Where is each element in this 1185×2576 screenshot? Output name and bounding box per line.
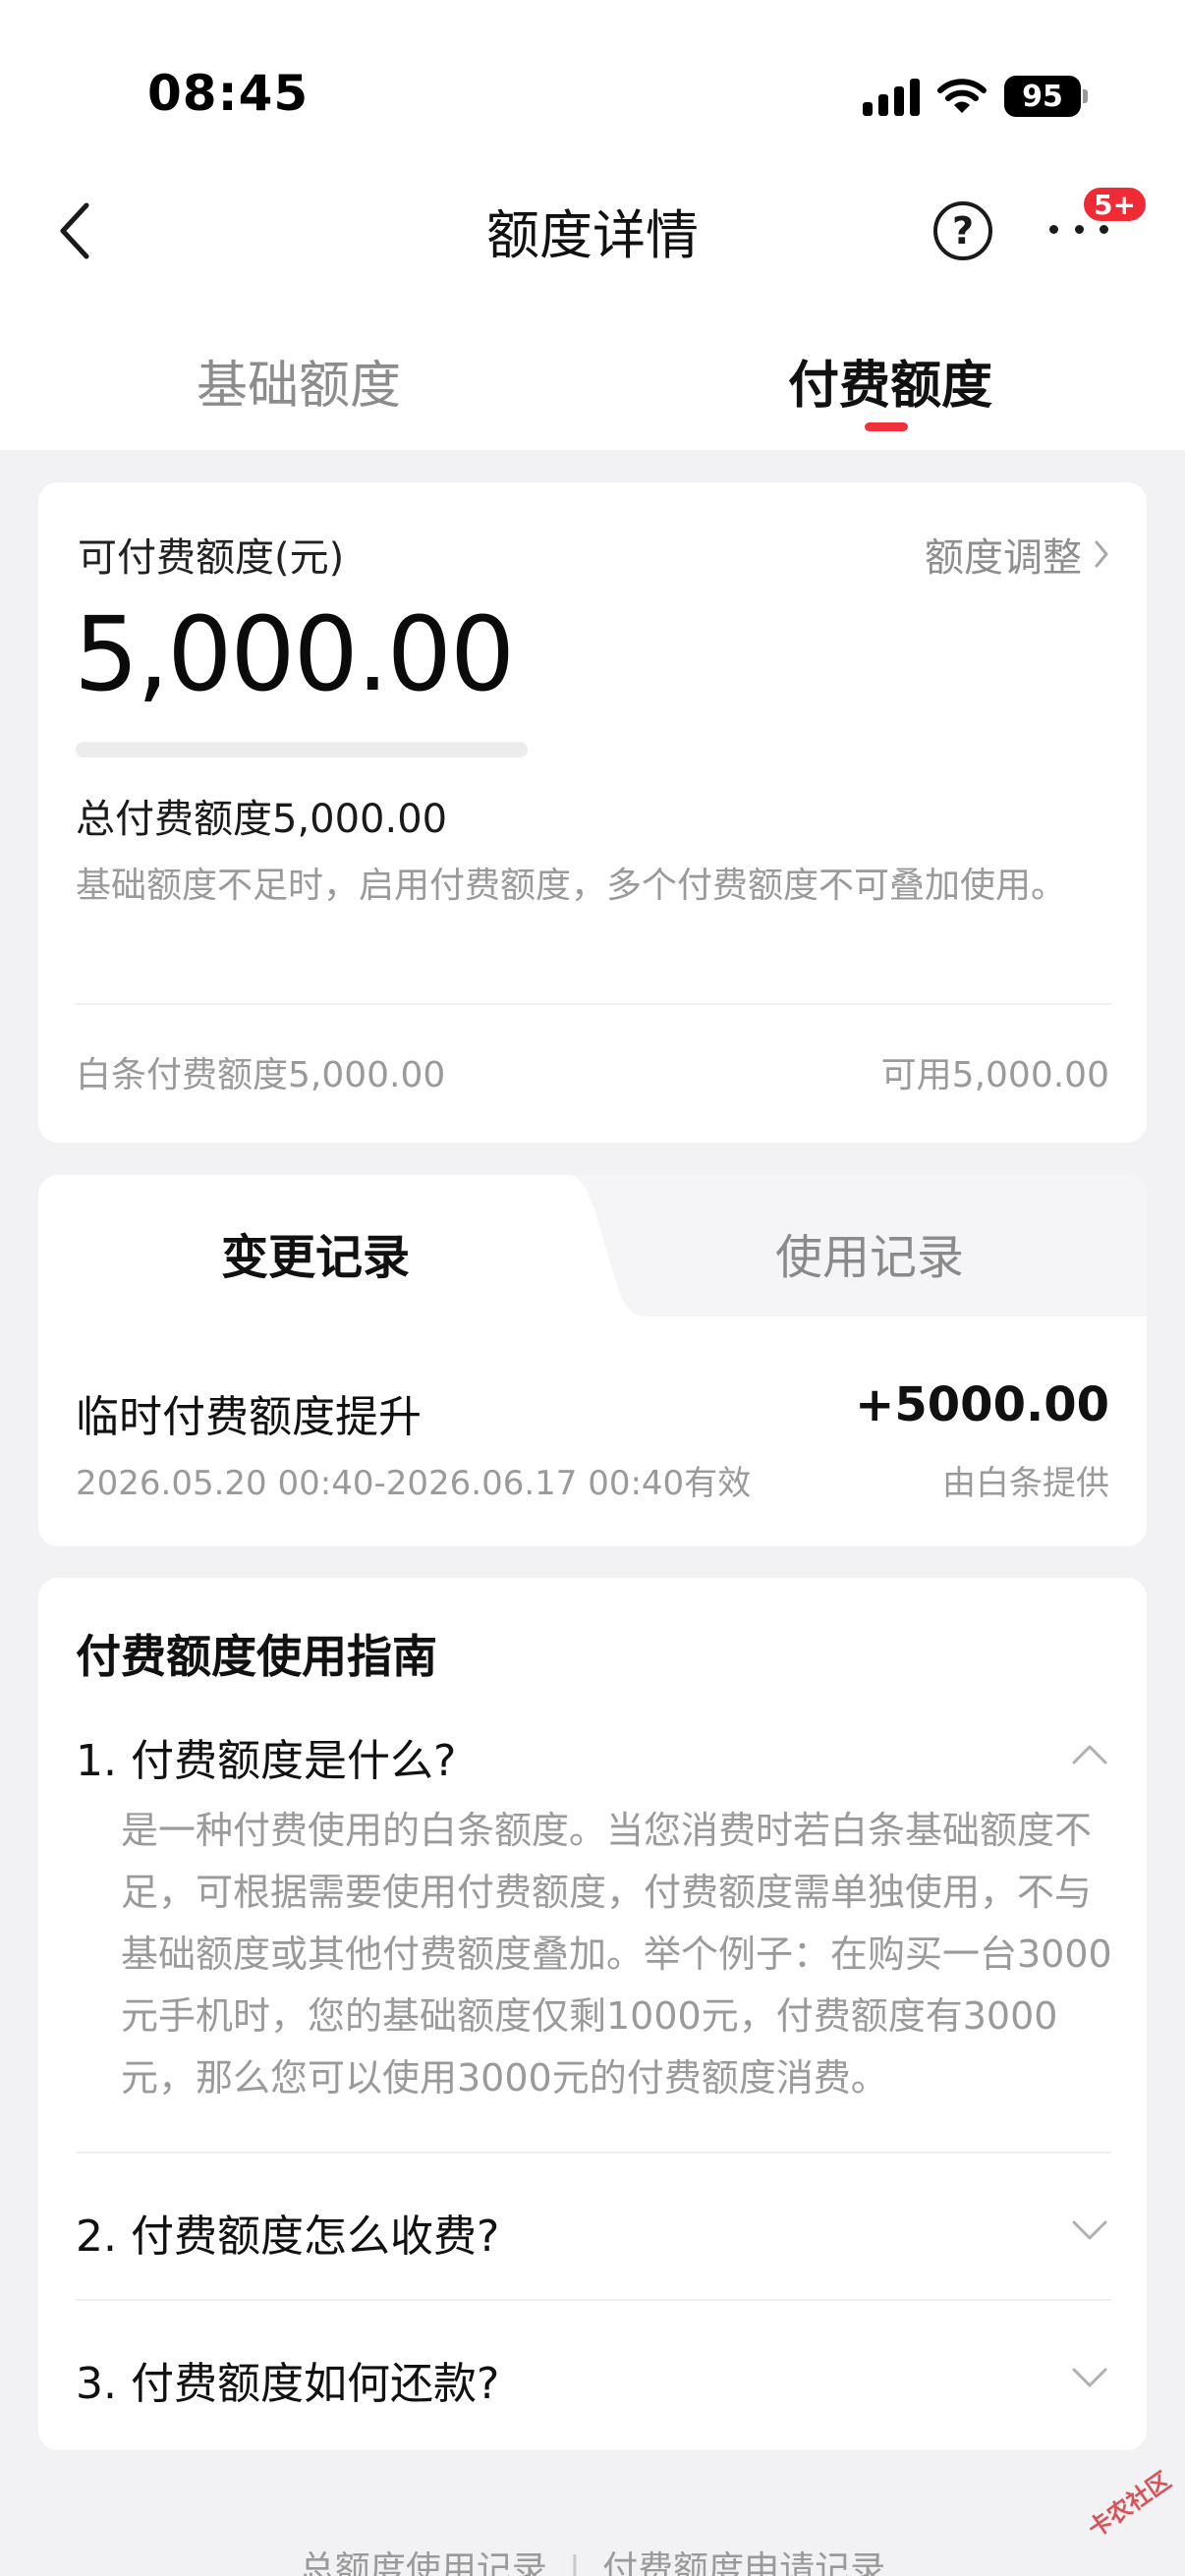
- more-dot-icon: [1100, 224, 1108, 234]
- records-card: 变更记录 使用记录 临时付费额度提升 +5000.00 2026.05.20 0…: [38, 1175, 1147, 1546]
- chevron-right-icon: [1095, 540, 1108, 568]
- paid-quota-application-link[interactable]: 付费额度申请记录: [602, 2549, 885, 2576]
- paid-quota-summary-card: 可付费额度(元) 额度调整 5,000.00 总付费额度5,000.00 基础额…: [38, 482, 1147, 1143]
- signal-icon: [863, 77, 920, 116]
- quota-usage-bar: [76, 742, 528, 757]
- faq-question-1[interactable]: 1. 付费额度是什么?: [76, 1725, 456, 1788]
- total-paid-quota: 总付费额度5,000.00: [76, 797, 448, 842]
- total-quota-usage-link[interactable]: 总额度使用记录: [300, 2549, 547, 2576]
- status-icons: 95: [863, 69, 1088, 124]
- help-button[interactable]: ?: [933, 201, 992, 260]
- divider: [76, 1003, 1111, 1005]
- record-title: 临时付费额度提升: [76, 1392, 422, 1442]
- chevron-up-icon[interactable]: [1070, 1735, 1109, 1774]
- record-amount: +5000.00: [855, 1377, 1109, 1432]
- tab-change-records[interactable]: 变更记录: [221, 1218, 410, 1287]
- footer-links: 总额度使用记录 | 付费额度申请记录: [0, 2541, 1185, 2576]
- tab-paid-quota[interactable]: 付费额度: [788, 344, 992, 418]
- record-validity: 2026.05.20 00:40-2026.06.17 00:40有效: [76, 1464, 752, 1503]
- quota-adjust-link[interactable]: 额度调整: [925, 526, 1109, 583]
- page-title: 额度详情: [486, 204, 699, 266]
- active-tab-indicator: [865, 422, 908, 431]
- chevron-down-icon[interactable]: [1070, 2358, 1109, 2397]
- available-quota-label: 可付费额度(元): [78, 535, 345, 581]
- tab-usage-records[interactable]: 使用记录: [775, 1218, 964, 1287]
- battery-icon: 95: [1004, 76, 1088, 117]
- battery-level: 95: [1022, 79, 1063, 114]
- baitiao-available: 可用5,000.00: [880, 1055, 1109, 1095]
- available-amount: 5,000.00: [74, 594, 515, 714]
- chevron-down-icon[interactable]: [1070, 2211, 1109, 2250]
- top-header: 08:45 95 额度详情 ? 5+ 基础额度 付费额度: [0, 0, 1185, 450]
- more-dot-icon: [1074, 224, 1084, 234]
- segment-background: [569, 1175, 1147, 1316]
- question-icon: ?: [951, 209, 975, 252]
- tab-basic-quota[interactable]: 基础额度: [197, 344, 401, 418]
- faq-answer-1: 是一种付费使用的白条额度。当您消费时若白条基础额度不足，可根据需要使用付费额度，…: [121, 1809, 1112, 2100]
- baitiao-paid-quota: 白条付费额度5,000.00: [76, 1055, 446, 1095]
- quota-adjust-label: 额度调整: [925, 535, 1082, 581]
- record-provider: 由白条提供: [942, 1464, 1109, 1503]
- guide-title: 付费额度使用指南: [76, 1630, 437, 1683]
- divider: [76, 2152, 1111, 2154]
- wifi-icon: [937, 79, 987, 113]
- faq-question-2[interactable]: 2. 付费额度怎么收费?: [76, 2201, 499, 2264]
- guide-card: 付费额度使用指南 1. 付费额度是什么? 是一种付费使用的白条额度。当您消费时若…: [38, 1578, 1147, 2450]
- notification-badge: 5+: [1081, 185, 1149, 224]
- divider: [76, 2299, 1111, 2301]
- status-time: 08:45: [147, 65, 310, 122]
- faq-question-3[interactable]: 3. 付费额度如何还款?: [76, 2348, 499, 2411]
- watermark-logo: 卡农社区: [1083, 2466, 1176, 2544]
- footer-separator: |: [568, 2549, 582, 2576]
- quota-description: 基础额度不足时，启用付费额度，多个付费额度不可叠加使用。: [76, 866, 1067, 906]
- more-dot-icon: [1049, 224, 1058, 234]
